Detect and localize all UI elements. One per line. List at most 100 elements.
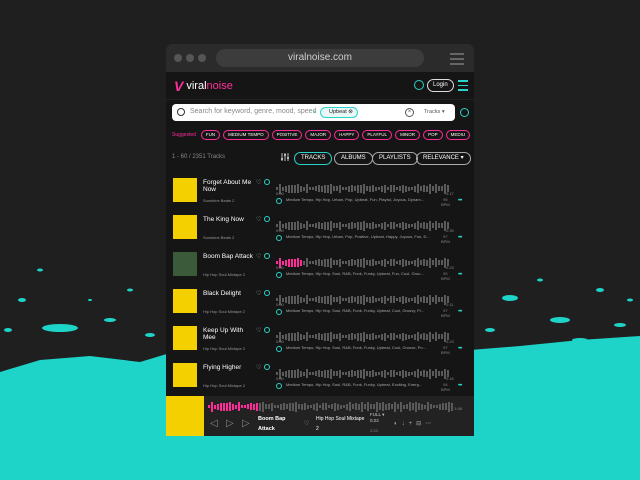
track-waveform[interactable] xyxy=(276,328,454,342)
track-waveform[interactable] xyxy=(276,291,454,305)
more-options-icon[interactable]: ••• xyxy=(458,198,462,204)
favorite-icon[interactable]: ♡ xyxy=(256,253,261,260)
track-row[interactable]: Black Delight Hip Hop Soul Mixtape 2 ♡ 0:00… xyxy=(166,287,474,324)
full-toggle[interactable]: FULL ▾ 0:22 xyxy=(370,412,384,423)
filter-toggle-icon[interactable] xyxy=(460,108,469,117)
track-row[interactable]: Boom Bap Attack Hip Hop Soul Mixtape 2 ♡ 0:… xyxy=(166,250,474,287)
tab-tracks[interactable]: TRACKS xyxy=(294,152,333,165)
clear-search-icon[interactable]: × xyxy=(405,108,414,117)
album-art[interactable] xyxy=(173,289,197,313)
player-album-art xyxy=(166,396,204,436)
window-dot[interactable] xyxy=(198,54,206,62)
add-to-playlist-icon[interactable] xyxy=(276,346,282,352)
track-row[interactable]: Keep Up With Mee Hip Hop Soul Mixtape 2 ♡ 0… xyxy=(166,324,474,361)
suggested-chip[interactable]: HAPPY xyxy=(334,130,360,140)
download-icon[interactable] xyxy=(264,216,270,222)
player-favorite-icon[interactable]: ♡ xyxy=(304,420,309,427)
login-button[interactable]: Login xyxy=(427,79,454,92)
tab-albums[interactable]: ALBUMS xyxy=(334,152,373,165)
track-title[interactable]: Black Delight xyxy=(203,290,253,297)
address-bar[interactable]: viralnoise.com xyxy=(216,49,424,67)
next-icon[interactable]: ▷ xyxy=(242,418,250,429)
volume-icon[interactable]: ◐ xyxy=(394,421,402,427)
add-icon[interactable]: + xyxy=(409,421,417,427)
track-title[interactable]: Boom Bap Attack xyxy=(203,253,253,260)
download-icon[interactable] xyxy=(264,364,270,370)
search-type-select[interactable]: Tracks ▾ xyxy=(424,109,445,115)
more-icon[interactable]: ⋯ xyxy=(425,421,435,427)
suggested-chip[interactable]: POP xyxy=(423,130,443,140)
suggested-chip[interactable]: MAJOR xyxy=(305,130,332,140)
remove-tag-icon[interactable]: × xyxy=(313,109,317,118)
track-waveform[interactable] xyxy=(276,180,454,194)
favorite-icon[interactable]: ♡ xyxy=(256,364,261,371)
track-title[interactable]: The King Now xyxy=(203,216,253,223)
favorite-icon[interactable]: ♡ xyxy=(256,327,261,334)
track-artist[interactable]: Hip Hop Soul Mixtape 2 xyxy=(203,272,245,277)
cart-icon[interactable]: ⊟ xyxy=(416,421,425,427)
track-title[interactable]: Flying Higher xyxy=(203,364,253,371)
track-title[interactable]: Forget About Me Now xyxy=(203,179,253,193)
waveform-bar xyxy=(372,370,374,378)
more-options-icon[interactable]: ••• xyxy=(458,346,462,352)
download-icon[interactable] xyxy=(264,179,270,185)
download-icon[interactable]: ↓ xyxy=(402,421,409,427)
track-artist[interactable]: Hip Hop Soul Mixtape 2 xyxy=(203,309,245,314)
search-tag[interactable]: × Upbeat ⊗ xyxy=(313,107,358,118)
suggested-chip[interactable]: FUN xyxy=(200,130,221,140)
previous-icon[interactable]: ◁ xyxy=(210,418,218,429)
track-row[interactable]: The King Now Sunshine Beats 2 ♡ 0:00 2:39 Med… xyxy=(166,213,474,250)
more-options-icon[interactable]: ••• xyxy=(458,272,462,278)
add-to-playlist-icon[interactable] xyxy=(276,272,282,278)
filter-sliders-icon[interactable] xyxy=(280,152,290,162)
favorite-icon[interactable]: ♡ xyxy=(256,179,261,186)
album-art[interactable] xyxy=(173,215,197,239)
window-dot[interactable] xyxy=(174,54,182,62)
waveform-bar xyxy=(300,185,302,192)
album-art[interactable] xyxy=(173,363,197,387)
track-waveform[interactable] xyxy=(276,217,454,231)
sort-select[interactable]: RELEVANCE ▾ xyxy=(416,152,471,165)
suggested-chip[interactable]: MINOR xyxy=(395,130,421,140)
track-waveform[interactable] xyxy=(276,254,454,268)
track-artist[interactable]: Sunshine Beats 2 xyxy=(203,198,234,203)
site-logo[interactable]: V viralnoise xyxy=(174,78,233,94)
add-to-playlist-icon[interactable] xyxy=(276,235,282,241)
track-row[interactable]: Forget About Me Now Sunshine Beats 2 ♡ 0:00… xyxy=(166,176,474,213)
track-waveform[interactable] xyxy=(276,365,454,379)
suggested-chip[interactable]: POSITIVE xyxy=(271,130,303,140)
track-artist[interactable]: Sunshine Beats 2 xyxy=(203,235,234,240)
add-to-playlist-icon[interactable] xyxy=(276,309,282,315)
favorite-icon[interactable]: ♡ xyxy=(256,216,261,223)
favorite-icon[interactable]: ♡ xyxy=(256,290,261,297)
more-options-icon[interactable]: ••• xyxy=(458,383,462,389)
player-waveform[interactable] xyxy=(208,398,458,412)
suggested-chip[interactable]: PLAYFUL xyxy=(362,130,393,140)
suggested-chip[interactable]: MEDIUM TEMPO xyxy=(223,130,269,140)
download-icon[interactable] xyxy=(264,327,270,333)
track-title[interactable]: Keep Up With Mee xyxy=(203,327,253,341)
track-tags: Medium Tempo, Hip Hop, Soul, R&B, Funk, … xyxy=(286,382,423,387)
download-icon[interactable] xyxy=(264,290,270,296)
more-options-icon[interactable]: ••• xyxy=(458,309,462,315)
add-to-playlist-icon[interactable] xyxy=(276,198,282,204)
window-dot[interactable] xyxy=(186,54,194,62)
track-row[interactable]: Flying Higher Hip Hop Soul Mixtape 2 ♡ 0:00… xyxy=(166,361,474,398)
search-input[interactable]: Search for keyword, genre, mood, speed ×… xyxy=(172,104,455,121)
more-options-icon[interactable]: ••• xyxy=(458,235,462,241)
album-art[interactable] xyxy=(173,326,197,350)
album-art[interactable] xyxy=(173,252,197,276)
album-art[interactable] xyxy=(173,178,197,202)
download-icon[interactable] xyxy=(264,253,270,259)
search-icon[interactable] xyxy=(414,80,424,90)
tab-playlists[interactable]: PLAYLISTS xyxy=(372,152,418,165)
browser-menu-icon[interactable] xyxy=(450,53,464,68)
waveform-bar xyxy=(330,331,332,342)
track-artist[interactable]: Hip Hop Soul Mixtape 2 xyxy=(203,383,245,388)
suggested-chip[interactable]: MEDIU xyxy=(445,130,471,140)
play-icon[interactable]: ▷ xyxy=(226,418,234,429)
track-artist[interactable]: Hip Hop Soul Mixtape 2 xyxy=(203,346,245,351)
add-to-playlist-icon[interactable] xyxy=(276,383,282,389)
waveform-bar xyxy=(351,185,353,193)
hamburger-menu-icon[interactable] xyxy=(458,80,468,94)
